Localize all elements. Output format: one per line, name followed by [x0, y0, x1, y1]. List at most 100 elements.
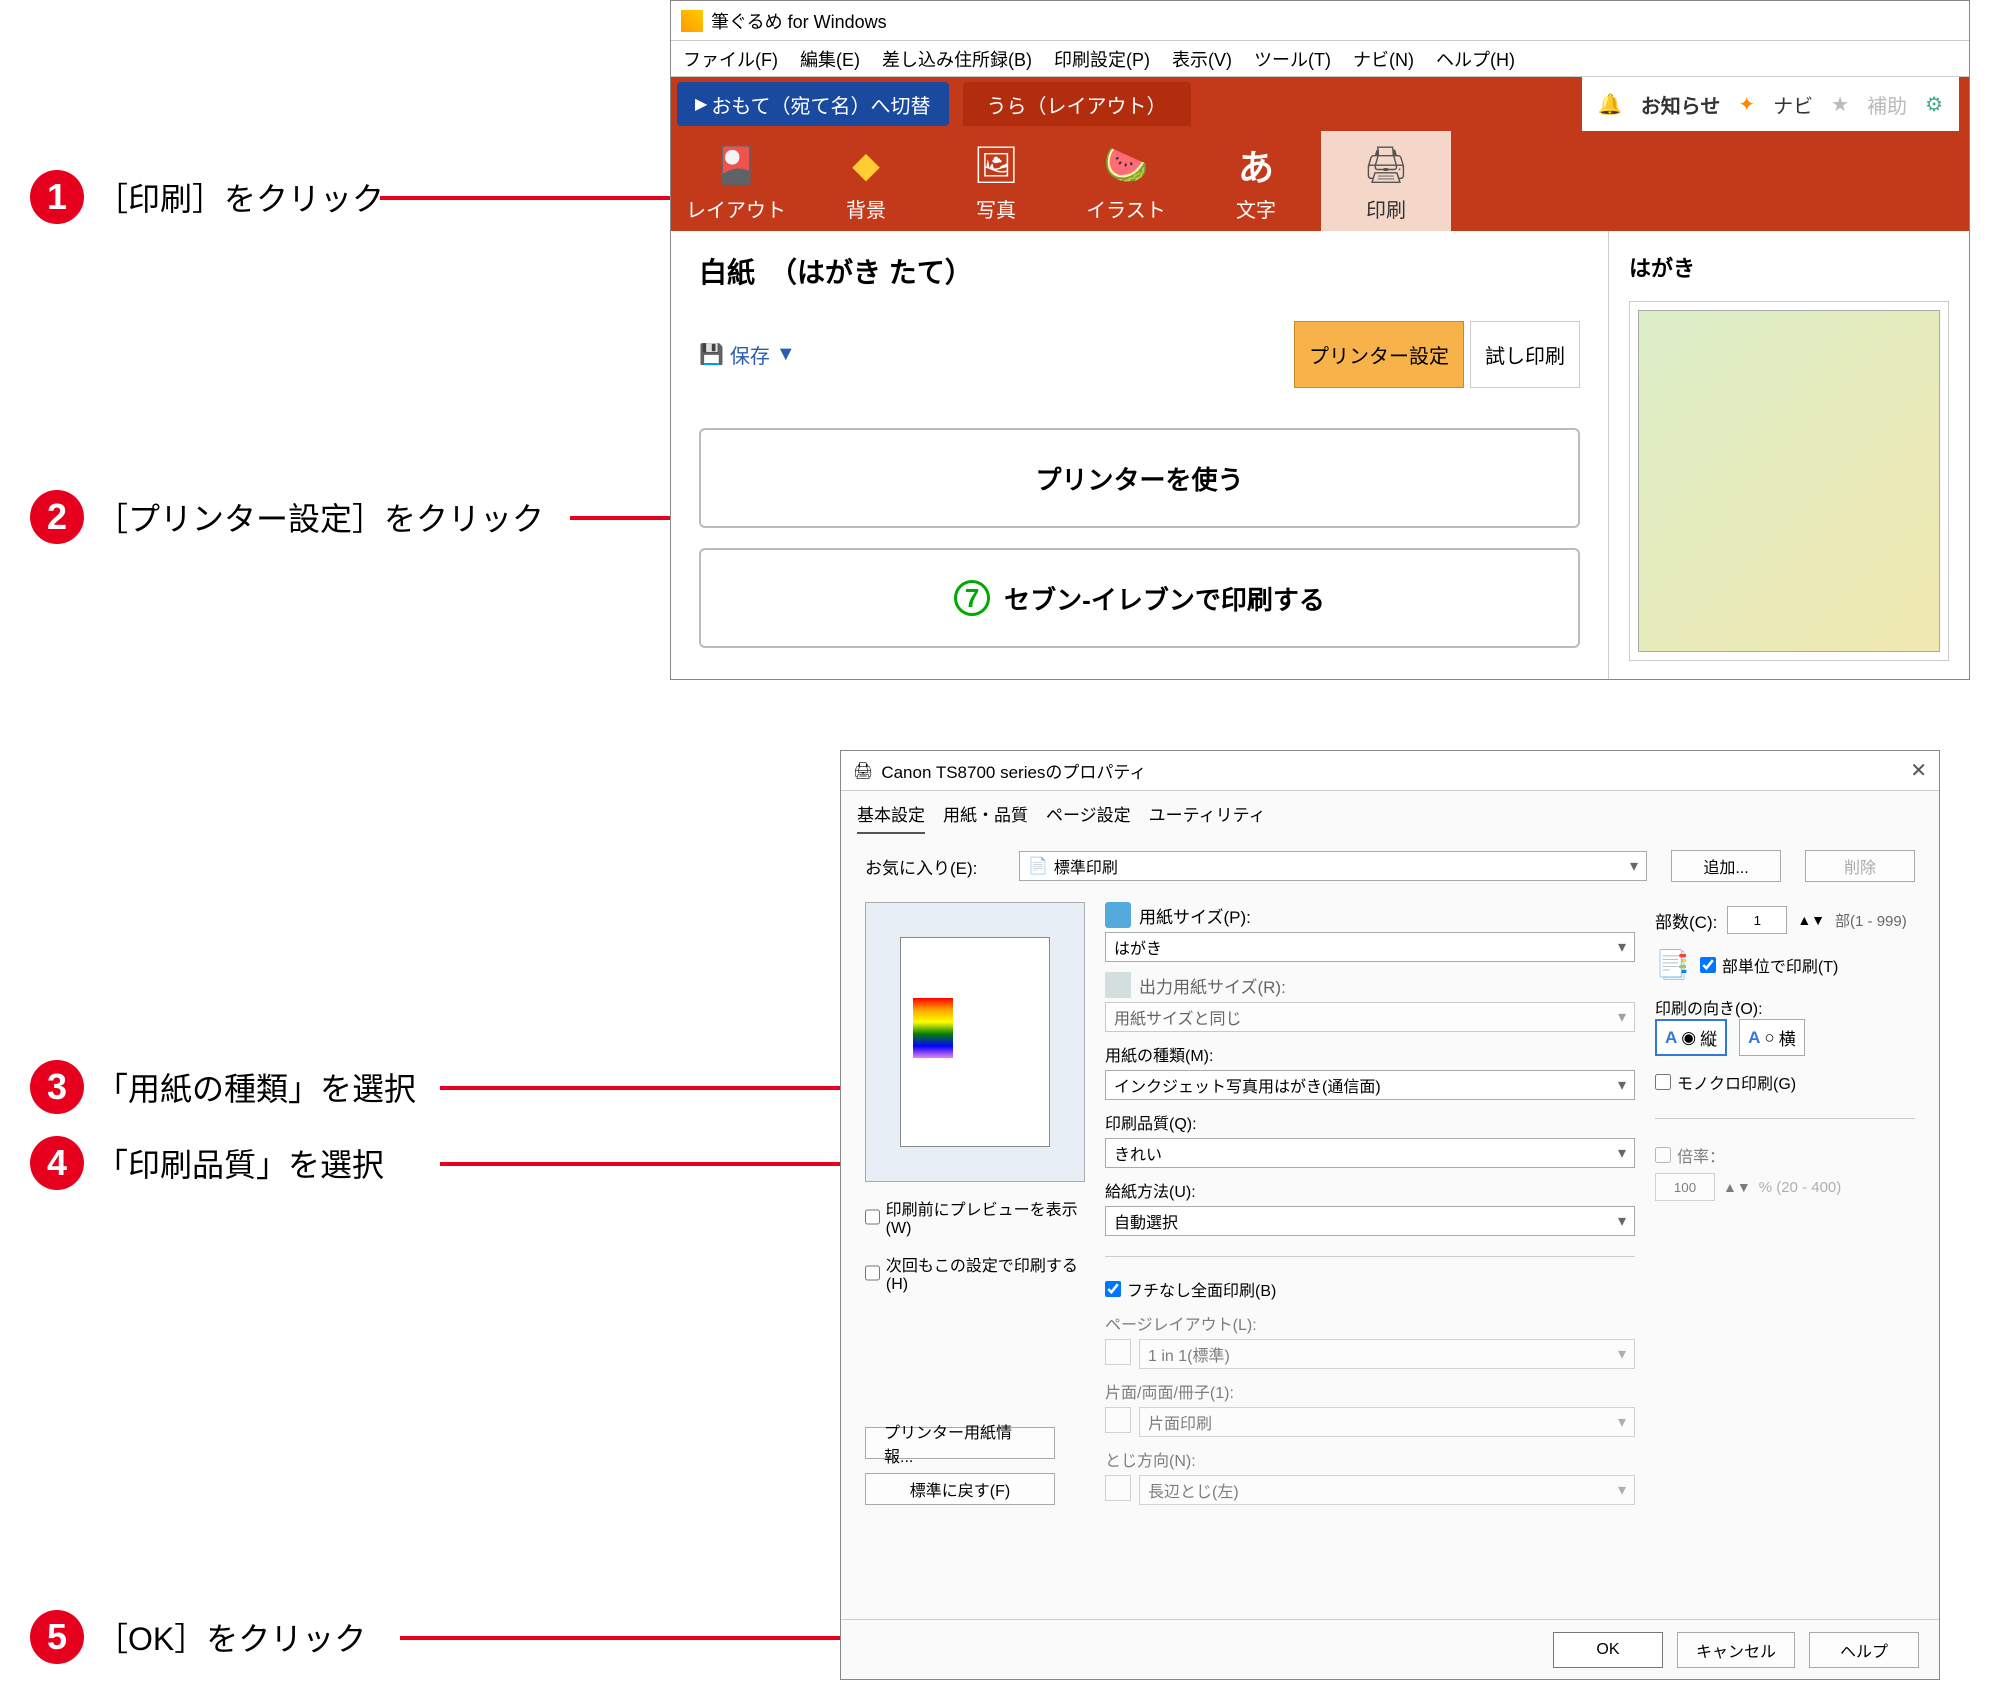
tab-utility[interactable]: ユーティリティ [1149, 801, 1266, 834]
app-icon [681, 10, 703, 32]
paper-type-label: 用紙の種類(M): [1105, 1042, 1635, 1066]
doc-icon: 📄 [1028, 856, 1048, 876]
paper-title: 白紙 （はがき たて） [699, 251, 1580, 291]
menu-address[interactable]: 差し込み住所録(B) [882, 46, 1032, 72]
help-button[interactable]: ヘルプ [1809, 1632, 1919, 1668]
output-icon [1105, 972, 1131, 998]
photo-icon: 🖼 [966, 140, 1026, 190]
borderless-input[interactable] [1105, 1281, 1121, 1297]
always-use-checkbox[interactable]: 次回もこの設定で印刷する(H) [865, 1252, 1085, 1294]
add-button[interactable]: 追加... [1671, 850, 1781, 882]
monochrome-checkbox[interactable]: モノクロ印刷(G) [1655, 1070, 1915, 1094]
menu-print-settings[interactable]: 印刷設定(P) [1054, 46, 1150, 72]
use-printer-option[interactable]: プリンターを使う [699, 428, 1580, 528]
navi-label[interactable]: ナビ [1773, 90, 1813, 119]
test-print-button[interactable]: 試し印刷 [1470, 321, 1580, 388]
dialog-tabs: 基本設定 用紙・品質 ページ設定 ユーティリティ [841, 791, 1939, 834]
step-4-badge: 4 [30, 1136, 84, 1190]
tab-omote[interactable]: おもて（宛て名）へ切替 [677, 82, 949, 126]
step-3-badge: 3 [30, 1060, 84, 1114]
tool-print[interactable]: 🖨 印刷 [1321, 131, 1451, 231]
tool-layout[interactable]: 🎴 レイアウト [671, 131, 801, 231]
page-layout-combo: 1 in 1(標準) [1139, 1339, 1635, 1369]
binding-label: とじ方向(N): [1105, 1447, 1635, 1471]
menubar: ファイル(F) 編集(E) 差し込み住所録(B) 印刷設定(P) 表示(V) ツ… [671, 41, 1969, 77]
save-button[interactable]: 保存 ▼ [699, 340, 796, 369]
duplex-combo: 片面印刷 [1139, 1407, 1635, 1437]
collate-checkbox[interactable]: 部単位で印刷(T) [1700, 953, 1838, 977]
copies-input[interactable] [1727, 906, 1787, 934]
close-button[interactable]: ✕ [1910, 758, 1927, 783]
restore-defaults-button[interactable]: 標準に戻す(F) [865, 1473, 1055, 1505]
collate-label: 部単位で印刷(T) [1722, 953, 1838, 977]
feed-label: 給紙方法(U): [1105, 1178, 1635, 1202]
menu-file[interactable]: ファイル(F) [683, 46, 778, 72]
tool-text[interactable]: あ 文字 [1191, 131, 1321, 231]
tab-basic[interactable]: 基本設定 [857, 801, 925, 834]
page-icon [1105, 902, 1131, 928]
gear-icon[interactable]: ⚙ [1925, 92, 1943, 117]
tab-paper-quality[interactable]: 用紙・品質 [943, 801, 1028, 834]
paper-type-combo[interactable]: インクジェット写真用はがき(通信面) [1105, 1070, 1635, 1100]
tool-text-label: 文字 [1236, 194, 1276, 223]
preview-before-input[interactable] [865, 1209, 880, 1225]
menu-tools[interactable]: ツール(T) [1254, 46, 1331, 72]
favorites-label: お気に入り(E): [865, 854, 995, 879]
favorites-combo[interactable]: 📄 標準印刷 [1019, 851, 1647, 881]
seven-eleven-label: セブン‐イレブンで印刷する [1004, 580, 1325, 617]
menu-help[interactable]: ヘルプ(H) [1436, 46, 1515, 72]
feed-combo[interactable]: 自動選択 [1105, 1206, 1635, 1236]
preview-before-label: 印刷前にプレビューを表示(W) [886, 1196, 1085, 1238]
tool-background[interactable]: ◆ 背景 [801, 131, 931, 231]
collate-input[interactable] [1700, 957, 1716, 973]
tool-illust[interactable]: 🍉 イラスト [1061, 131, 1191, 231]
page-layout-value: 1 in 1(標準) [1148, 1342, 1230, 1366]
step-3-text: 「用紙の種類」を選択 [96, 1064, 416, 1110]
cancel-button[interactable]: キャンセル [1677, 1632, 1795, 1668]
quality-combo[interactable]: きれい [1105, 1138, 1635, 1168]
seven-eleven-option[interactable]: 7 セブン‐イレブンで印刷する [699, 548, 1580, 648]
tab-ura[interactable]: うら（レイアウト） [963, 82, 1191, 126]
printer-info-button[interactable]: プリンター用紙情報... [865, 1427, 1055, 1459]
scale-input [1655, 1147, 1671, 1163]
monochrome-label: モノクロ印刷(G) [1677, 1070, 1796, 1094]
hojo-label[interactable]: 補助 [1867, 90, 1907, 119]
step-1-text: ［印刷］をクリック [96, 174, 384, 220]
menu-view[interactable]: 表示(V) [1172, 46, 1232, 72]
menu-navi[interactable]: ナビ(N) [1353, 46, 1414, 72]
ok-button[interactable]: OK [1553, 1632, 1663, 1668]
always-use-input[interactable] [865, 1265, 880, 1281]
layout-icon: 🎴 [706, 140, 766, 190]
orientation-portrait[interactable]: A ◉ 縦 [1655, 1019, 1727, 1056]
tool-photo-label: 写真 [976, 194, 1016, 223]
monochrome-input[interactable] [1655, 1074, 1671, 1090]
step-2-badge: 2 [30, 490, 84, 544]
preview-page [900, 937, 1050, 1147]
menu-edit[interactable]: 編集(E) [800, 46, 860, 72]
postcard-preview [1629, 301, 1949, 661]
printer-settings-button[interactable]: プリンター設定 [1294, 321, 1464, 388]
tab-page-setup[interactable]: ページ設定 [1046, 801, 1131, 834]
quality-value: きれい [1114, 1141, 1162, 1165]
duplex-value: 片面印刷 [1148, 1410, 1212, 1434]
binding-combo: 長辺とじ(左) [1139, 1475, 1635, 1505]
step-5-text: ［OK］をクリック [96, 1614, 366, 1660]
postcard-image [1638, 310, 1940, 652]
binding-thumb-icon [1105, 1475, 1131, 1501]
orientation-landscape[interactable]: A ○ 横 [1739, 1019, 1805, 1056]
chevron-down-icon: ▼ [776, 343, 796, 366]
orient-landscape-label: 横 [1779, 1025, 1796, 1050]
tool-print-label: 印刷 [1366, 194, 1406, 223]
borderless-checkbox[interactable]: フチなし全面印刷(B) [1105, 1277, 1635, 1301]
layout-thumb-icon [1105, 1339, 1131, 1365]
paper-size-combo[interactable]: はがき [1105, 932, 1635, 962]
toolbar: 🎴 レイアウト ◆ 背景 🖼 写真 🍉 イラスト あ 文字 🖨 印刷 [671, 131, 1969, 231]
duplex-label: 片面/両面/冊子(1): [1105, 1379, 1635, 1403]
tool-photo[interactable]: 🖼 写真 [931, 131, 1061, 231]
bell-icon: 🔔 [1598, 92, 1623, 117]
preview-before-checkbox[interactable]: 印刷前にプレビューを表示(W) [865, 1196, 1085, 1238]
notice-label[interactable]: お知らせ [1641, 90, 1721, 119]
titlebar: 筆ぐるめ for Windows [671, 1, 1969, 41]
output-size-value: 用紙サイズと同じ [1114, 1005, 1242, 1029]
dialog-title: Canon TS8700 seriesのプロパティ [881, 758, 1146, 783]
